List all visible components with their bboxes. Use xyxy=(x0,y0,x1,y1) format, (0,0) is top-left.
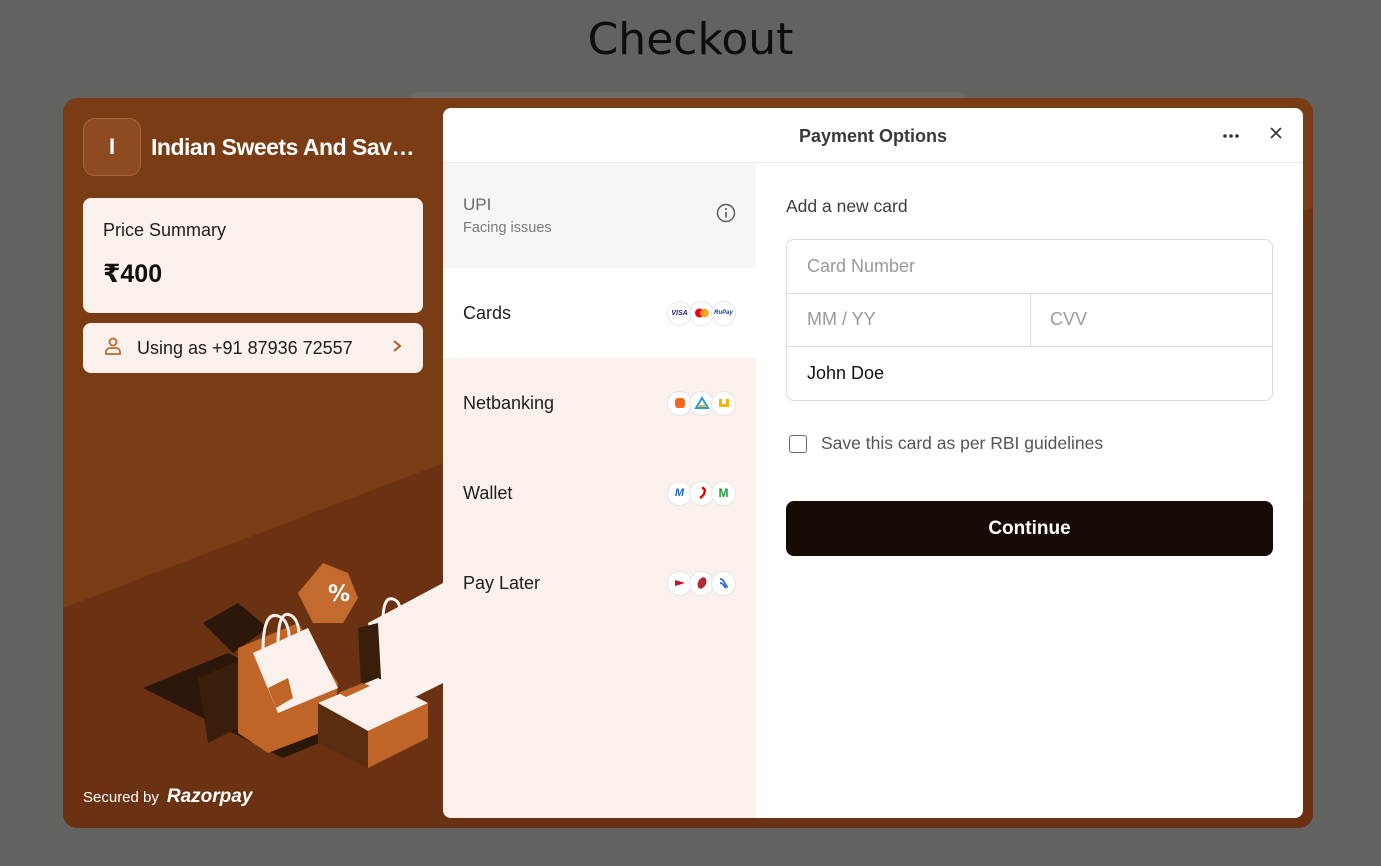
method-netbanking-label: Netbanking xyxy=(463,392,555,413)
payment-methods-list: UPI Facing issues Cards VISA RuPay Netba… xyxy=(443,163,756,818)
contact-button[interactable]: Using as +91 87936 72557 xyxy=(83,323,423,373)
more-icon xyxy=(1222,126,1240,144)
add-card-form: Add a new card Save this card as per RBI… xyxy=(786,163,1273,556)
save-card-row: Save this card as per RBI guidelines xyxy=(786,433,1273,454)
shopping-illustration: % xyxy=(143,563,443,768)
canara-bank-icon xyxy=(711,390,736,416)
card-number-row xyxy=(787,240,1272,294)
method-upi-label: UPI xyxy=(463,195,492,214)
chevron-right-icon xyxy=(391,339,403,358)
merchant-name: Indian Sweets And Savouries xyxy=(151,133,416,160)
contact-text: Using as +91 87936 72557 xyxy=(137,337,353,358)
card-name-input[interactable] xyxy=(787,347,1272,400)
cvv-input[interactable] xyxy=(1030,293,1272,346)
rupay-icon: RuPay xyxy=(711,300,736,326)
continue-button[interactable]: Continue xyxy=(786,501,1273,556)
user-icon xyxy=(103,336,123,361)
method-wallet[interactable]: Wallet M M xyxy=(443,448,756,538)
m-wallet-icon: M xyxy=(711,480,736,506)
add-card-title: Add a new card xyxy=(786,196,908,216)
razorpay-logo: Razorpay xyxy=(166,786,253,807)
lazypay-icon xyxy=(711,570,736,596)
close-button[interactable] xyxy=(1265,124,1287,146)
secured-by-label: Secured by xyxy=(83,788,159,806)
expiry-cvv-row xyxy=(787,293,1272,347)
checkout-modal: I Indian Sweets And Savouries Price Summ… xyxy=(63,98,1313,828)
merchant-header: I Indian Sweets And Savouries xyxy=(83,118,416,176)
payment-options-panel: Payment Options UPI Facing issues Cards … xyxy=(443,108,1303,818)
svg-text:%: % xyxy=(328,582,350,607)
panel-title: Payment Options xyxy=(798,126,948,146)
secured-by-footer: Secured by Razorpay xyxy=(83,786,252,808)
info-icon[interactable] xyxy=(716,203,736,228)
price-summary-label: Price Summary xyxy=(103,220,227,240)
save-card-label: Save this card as per RBI guidelines xyxy=(821,433,1104,453)
method-upi[interactable]: UPI Facing issues xyxy=(443,163,756,268)
close-icon xyxy=(1269,126,1283,145)
page-title: Checkout xyxy=(587,14,794,65)
panel-header: Payment Options xyxy=(443,108,1303,163)
card-name-row xyxy=(787,347,1272,401)
save-card-checkbox[interactable] xyxy=(789,434,807,453)
pay-later-icons xyxy=(667,570,736,596)
method-pay-later[interactable]: Pay Later xyxy=(443,538,756,628)
method-pay-later-label: Pay Later xyxy=(463,572,541,593)
card-network-icons: VISA RuPay xyxy=(667,300,736,326)
card-fields xyxy=(786,239,1273,401)
method-upi-status: Facing issues xyxy=(463,220,552,236)
method-wallet-label: Wallet xyxy=(463,482,513,503)
method-netbanking[interactable]: Netbanking xyxy=(443,358,756,448)
expiry-input[interactable] xyxy=(787,293,1030,346)
merchant-logo: I xyxy=(83,118,141,176)
method-cards-label: Cards xyxy=(463,302,512,323)
bank-icons xyxy=(667,390,736,416)
price-summary-card: Price Summary ₹400 xyxy=(83,198,423,313)
wallet-icons: M M xyxy=(667,480,736,506)
card-number-input[interactable] xyxy=(787,240,1272,293)
method-cards[interactable]: Cards VISA RuPay xyxy=(443,268,756,358)
price-amount: ₹400 xyxy=(103,260,163,288)
more-options-button[interactable] xyxy=(1219,124,1243,146)
